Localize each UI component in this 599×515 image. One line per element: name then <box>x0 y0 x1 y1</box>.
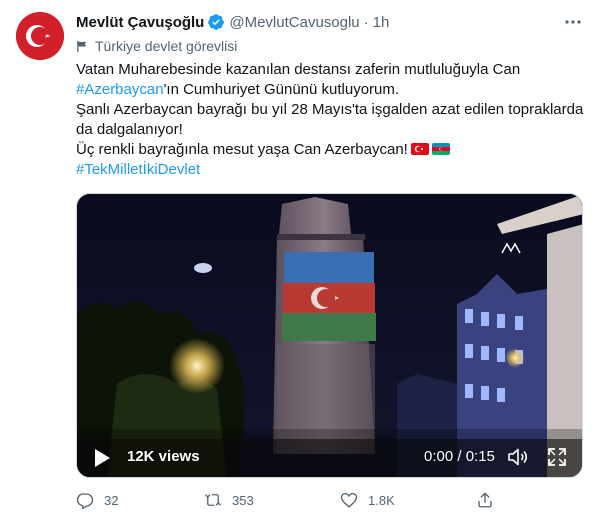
tweet-line-4: da dalgalanıyor! <box>76 121 183 138</box>
share-icon <box>478 492 492 508</box>
author-name[interactable]: Mevlüt Çavuşoğlu <box>76 14 204 31</box>
video-player[interactable]: 12K views 0:00 / 0:15 <box>76 193 583 478</box>
reply-button[interactable]: 32 <box>76 488 118 512</box>
tweet-text: Vatan Muharebesinde kazanılan destansı z… <box>76 60 586 180</box>
turkey-flag-emoji-icon <box>410 143 429 155</box>
play-icon[interactable] <box>93 448 111 468</box>
tweet-time[interactable]: 1h <box>373 14 390 31</box>
flag-icon <box>77 40 87 52</box>
author-avatar[interactable] <box>16 12 64 60</box>
retweet-button[interactable]: 353 <box>204 488 254 512</box>
tweet-line-1: Vatan Muharebesinde kazanılan destansı z… <box>76 61 521 78</box>
hashtag-tekmillet-link[interactable]: #TekMilletİkiDevlet <box>76 160 586 180</box>
tweet-line-2: #Azerbaycan'ın Cumhuriyet Gününü kutluyo… <box>76 80 586 100</box>
turkish-flag-avatar-icon <box>16 12 64 60</box>
news-agency-logo-icon <box>501 242 521 254</box>
hashtag-azerbaycan-link[interactable]: #Azerbaycan <box>76 81 164 98</box>
ellipsis-icon <box>565 20 581 24</box>
like-button[interactable]: 1.8K <box>340 488 395 512</box>
azerbaijan-flag-emoji-icon <box>431 143 450 155</box>
tweet-actions: 32 353 1.8K <box>76 488 586 512</box>
verified-badge-icon <box>208 14 225 30</box>
retweet-icon <box>205 494 221 506</box>
author-handle[interactable]: @MevlutCavusoglu <box>229 14 359 31</box>
video-frame <box>77 194 582 477</box>
reply-icon <box>76 493 94 509</box>
volume-icon[interactable] <box>507 447 531 467</box>
tweet-header: Mevlüt Çavuşoğlu @MevlutCavusoglu · 1h <box>76 12 389 32</box>
retweet-count: 353 <box>232 492 254 508</box>
separator-dot: · <box>363 13 369 31</box>
tweet-line-5-text: Üç renkli bayrağınla mesut yaşa Can Azer… <box>76 141 408 158</box>
share-button[interactable] <box>476 488 504 512</box>
tweet-card[interactable]: Mevlüt Çavuşoğlu @MevlutCavusoglu · 1h T… <box>0 0 599 515</box>
fullscreen-icon[interactable] <box>547 447 567 467</box>
more-options-icon[interactable] <box>563 14 585 30</box>
government-label-text: Türkiye devlet görevlisi <box>95 38 238 54</box>
tweet-line-3: Şanlı Azerbaycan bayrağı bu yıl 28 Mayıs… <box>76 101 584 118</box>
like-count: 1.8K <box>368 492 395 508</box>
tweet-line-5: Üç renkli bayrağınla mesut yaşa Can Azer… <box>76 140 586 160</box>
reply-count: 32 <box>104 492 119 508</box>
government-official-label[interactable]: Türkiye devlet görevlisi <box>76 37 237 55</box>
view-count: 12K views <box>127 448 200 465</box>
video-time: 0:00 / 0:15 <box>424 448 495 465</box>
tweet-line-2-rest: 'ın Cumhuriyet Gününü kutluyorum. <box>163 81 400 98</box>
like-icon <box>340 492 358 508</box>
